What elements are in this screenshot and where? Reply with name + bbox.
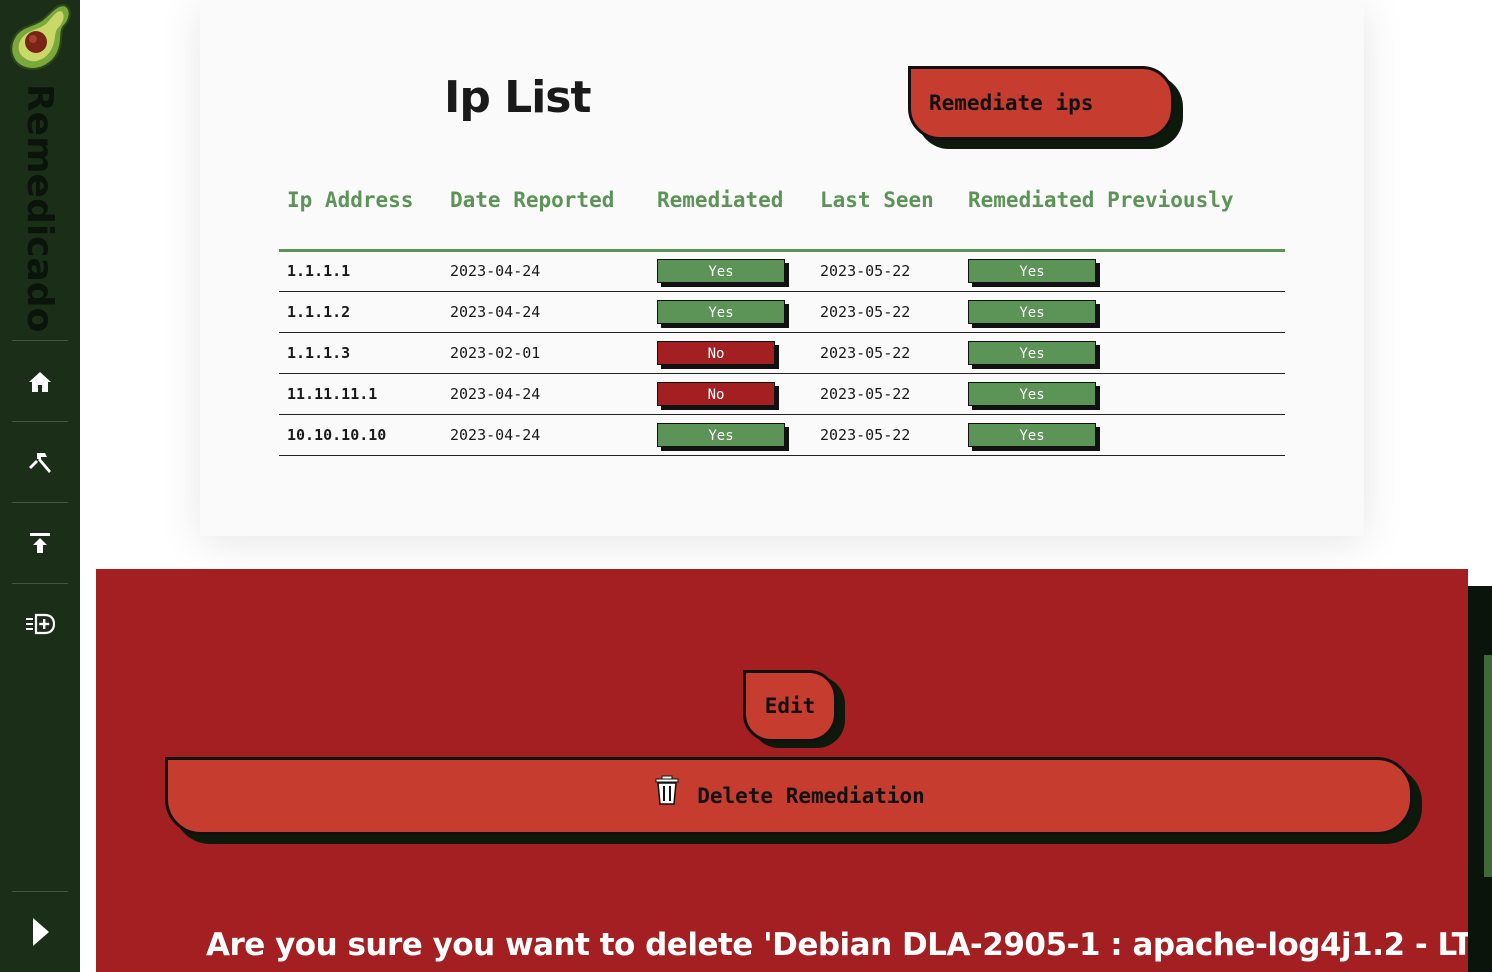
nav-divider bbox=[12, 421, 68, 422]
table-row[interactable]: 10.10.10.10 2023-04-24 Yes 2023-05-22 Yes bbox=[279, 414, 1285, 456]
remediated-previously-cell: Yes bbox=[960, 250, 1285, 292]
scrollbar-thumb[interactable] bbox=[1484, 655, 1492, 877]
remediated-previously-cell: Yes bbox=[960, 373, 1285, 415]
nav-home[interactable] bbox=[20, 362, 60, 402]
table-row[interactable]: 1.1.1.2 2023-04-24 Yes 2023-05-22 Yes bbox=[279, 291, 1285, 333]
remediate-ips-button[interactable]: Remediate ips bbox=[908, 66, 1174, 140]
column-header[interactable]: Ip Address bbox=[279, 178, 442, 222]
upload-icon bbox=[30, 533, 50, 553]
last-seen-cell: 2023-05-22 bbox=[812, 250, 960, 292]
remediated-cell: Yes bbox=[649, 414, 812, 456]
trash-icon bbox=[655, 775, 679, 805]
date-reported-cell: 2023-04-24 bbox=[442, 291, 649, 333]
date-reported-cell: 2023-04-24 bbox=[442, 373, 649, 415]
header-divider bbox=[279, 222, 1285, 252]
remediated-previously-badge: Yes bbox=[968, 299, 1096, 324]
edit-button[interactable]: Edit bbox=[743, 670, 837, 742]
remediated-previously-cell: Yes bbox=[960, 291, 1285, 333]
delete-remediation-button[interactable]: Delete Remediation bbox=[165, 757, 1413, 835]
remediated-cell: No bbox=[649, 332, 812, 374]
delete-button-label: Delete Remediation bbox=[697, 784, 925, 808]
remediated-previously-cell: Yes bbox=[960, 414, 1285, 456]
column-header[interactable]: Remediated Previously bbox=[960, 178, 1285, 222]
last-seen-cell: 2023-05-22 bbox=[812, 373, 960, 415]
remediated-cell: Yes bbox=[649, 291, 812, 333]
column-header[interactable]: Last Seen bbox=[812, 178, 960, 222]
table-row[interactable]: 1.1.1.1 2023-04-24 Yes 2023-05-22 Yes bbox=[279, 250, 1285, 292]
avocado-logo bbox=[10, 4, 71, 70]
ip-address-cell: 1.1.1.2 bbox=[279, 291, 442, 333]
remediated-badge: Yes bbox=[657, 422, 785, 447]
column-header[interactable]: Date Reported bbox=[442, 178, 649, 222]
import-icon bbox=[26, 613, 55, 635]
remediated-previously-cell: Yes bbox=[960, 332, 1285, 374]
remediated-badge: No bbox=[657, 340, 775, 365]
page-title: Ip List bbox=[444, 72, 592, 123]
nav-divider bbox=[12, 891, 68, 892]
nav-divider bbox=[12, 583, 68, 584]
remediated-previously-badge: Yes bbox=[968, 381, 1096, 406]
brand-wordmark: Remedicado bbox=[19, 84, 60, 332]
delete-remediation-panel: Edit Delete Remediation Are you sure you… bbox=[96, 569, 1492, 972]
ip-table: Ip Address Date Reported Remediated Last… bbox=[279, 178, 1285, 456]
date-reported-cell: 2023-02-01 bbox=[442, 332, 649, 374]
table-header-row: Ip Address Date Reported Remediated Last… bbox=[279, 178, 1285, 222]
date-reported-cell: 2023-04-24 bbox=[442, 414, 649, 456]
column-header[interactable]: Remediated bbox=[649, 178, 812, 222]
nav-upload[interactable] bbox=[20, 523, 60, 563]
nav-divider bbox=[12, 502, 68, 503]
brand-name: Remedicado bbox=[19, 84, 60, 333]
remediated-badge: Yes bbox=[657, 259, 785, 283]
ip-list-card: Ip List Remediate ips Ip Address Date Re… bbox=[200, 0, 1364, 536]
date-reported-cell: 2023-04-24 bbox=[442, 250, 649, 292]
sidebar: Remedicado bbox=[0, 0, 80, 972]
hammer-icon bbox=[29, 453, 51, 473]
last-seen-cell: 2023-05-22 bbox=[812, 414, 960, 456]
ip-address-cell: 1.1.1.1 bbox=[279, 250, 442, 292]
remediated-badge: No bbox=[657, 381, 775, 406]
last-seen-cell: 2023-05-22 bbox=[812, 291, 960, 333]
remediated-previously-badge: Yes bbox=[968, 340, 1096, 365]
ip-address-cell: 1.1.1.3 bbox=[279, 332, 442, 374]
nav-import[interactable] bbox=[20, 604, 60, 644]
nav-remediations[interactable] bbox=[20, 442, 60, 482]
remediated-previously-badge: Yes bbox=[968, 259, 1096, 283]
table-row[interactable]: 1.1.1.3 2023-02-01 No 2023-05-22 Yes bbox=[279, 332, 1285, 374]
remediated-badge: Yes bbox=[657, 299, 785, 324]
remediated-previously-badge: Yes bbox=[968, 422, 1096, 447]
ip-address-cell: 11.11.11.1 bbox=[279, 373, 442, 415]
remediated-cell: No bbox=[649, 373, 812, 415]
delete-confirmation-text: Are you sure you want to delete 'Debian … bbox=[206, 927, 1492, 963]
remediated-cell: Yes bbox=[649, 250, 812, 292]
last-seen-cell: 2023-05-22 bbox=[812, 332, 960, 374]
home-icon bbox=[29, 372, 51, 392]
nav-divider bbox=[12, 340, 68, 341]
table-row[interactable]: 11.11.11.1 2023-04-24 No 2023-05-22 Yes bbox=[279, 373, 1285, 415]
chevron-right-icon bbox=[33, 918, 49, 946]
sidebar-expand-button[interactable] bbox=[20, 912, 60, 952]
ip-address-cell: 10.10.10.10 bbox=[279, 414, 442, 456]
